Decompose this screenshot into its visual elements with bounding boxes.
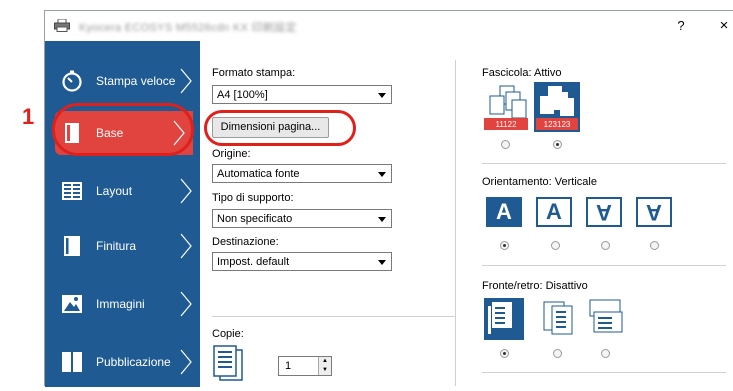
chevron-right-icon	[180, 68, 192, 94]
destinazione-dropdown[interactable]: Impost. default	[212, 252, 392, 271]
chevron-right-icon	[180, 233, 192, 259]
sidebar-item-label: Finitura	[96, 239, 137, 253]
chevron-right-icon	[180, 291, 192, 317]
orientation-portrait-rotated-option[interactable]: A	[586, 197, 622, 227]
dropdown-arrow-icon	[378, 260, 386, 265]
orientation-landscape-rotated-radio[interactable]	[650, 241, 659, 250]
collate-off-text: 11122	[495, 120, 517, 129]
fronte-retro-label-text: Fronte/retro:	[482, 280, 543, 292]
layout-icon	[62, 182, 82, 200]
copies-value: 1	[285, 360, 292, 372]
orientation-landscape-rotated-option[interactable]: A	[636, 197, 672, 227]
spin-down-icon[interactable]: ▼	[318, 366, 331, 375]
orientation-landscape-option[interactable]: A	[536, 197, 572, 227]
fronte-retro-value: Disattivo	[545, 280, 588, 292]
sidebar: Stampa veloce Base Layout Finitura Immag…	[45, 41, 200, 387]
sidebar-item-label: Immagini	[96, 297, 145, 311]
orientation-portrait-radio[interactable]	[500, 241, 509, 250]
collate-on-text: 123123	[544, 120, 571, 129]
tipo-supporto-label: Tipo di supporto:	[212, 192, 294, 204]
duplex-long-edge-radio[interactable]	[553, 349, 562, 358]
chevron-right-icon	[180, 178, 192, 204]
help-button[interactable]: ?	[672, 18, 690, 34]
copies-icon	[213, 345, 243, 381]
collate-on-radio[interactable]	[553, 140, 562, 149]
origine-dropdown[interactable]: Automatica fonte	[212, 164, 392, 183]
dropdown-arrow-icon	[378, 172, 386, 177]
copie-label: Copie:	[212, 328, 244, 340]
sidebar-item-label: Layout	[96, 184, 133, 198]
orientamento-label: Orientamento: Verticale	[482, 176, 597, 188]
dropdown-arrow-icon	[378, 217, 386, 222]
finishing-icon	[64, 236, 80, 256]
fascicola-label-text: Fascicola:	[482, 67, 532, 79]
formato-stampa-value: A4 [100%]	[217, 89, 268, 101]
sidebar-item-finitura[interactable]: Finitura	[45, 221, 200, 275]
orientamento-label-text: Orientamento:	[482, 176, 552, 188]
divider	[482, 372, 726, 373]
orientation-landscape-radio[interactable]	[551, 241, 560, 250]
chevron-right-icon	[180, 349, 192, 375]
duplex-long-edge-icon[interactable]	[538, 298, 578, 340]
divider	[212, 316, 455, 317]
title-bar: Kyocera ECOSYS M5526cdn KX 印刷設定 ? ×	[45, 11, 733, 41]
destinazione-value: Impost. default	[217, 256, 290, 268]
origine-value: Automatica fonte	[217, 168, 300, 180]
orientamento-value: Verticale	[554, 176, 597, 188]
collate-on-icon[interactable]: 123123	[534, 82, 580, 132]
orientation-portrait-option[interactable]: A	[486, 197, 522, 227]
sidebar-item-immagini[interactable]: Immagini	[45, 279, 200, 333]
duplex-short-edge-icon[interactable]	[586, 298, 626, 340]
formato-stampa-label: Formato stampa:	[212, 67, 296, 79]
print-settings-window: Kyocera ECOSYS M5526cdn KX 印刷設定 ? × Stam…	[44, 10, 733, 387]
collate-off-radio[interactable]	[501, 140, 510, 149]
duplex-off-radio[interactable]	[500, 349, 509, 358]
origine-label: Origine:	[212, 148, 251, 160]
tipo-supporto-dropdown[interactable]: Non specificato	[212, 209, 392, 228]
window-title: Kyocera ECOSYS M5526cdn KX 印刷設定	[79, 22, 297, 34]
copies-spinner[interactable]: 1 ▲ ▼	[278, 356, 332, 376]
stopwatch-icon	[62, 70, 82, 92]
collate-off-icon[interactable]: 11122	[484, 84, 528, 132]
fascicola-label: Fascicola: Attivo	[482, 67, 562, 79]
destinazione-label: Destinazione:	[212, 236, 279, 248]
publication-icon	[62, 352, 82, 372]
sidebar-item-pubblicazione[interactable]: Pubblicazione	[45, 337, 200, 391]
dropdown-arrow-icon	[378, 93, 386, 98]
callout-number-1: 1	[22, 104, 35, 129]
image-icon	[62, 295, 82, 313]
callout-ring-1	[52, 103, 194, 156]
orientation-portrait-rotated-radio[interactable]	[601, 241, 610, 250]
fronte-retro-label: Fronte/retro: Disattivo	[482, 280, 588, 292]
sidebar-item-label: Stampa veloce	[96, 74, 176, 88]
close-button[interactable]: ×	[715, 17, 733, 34]
divider	[482, 163, 726, 164]
sidebar-item-stampa-veloce[interactable]: Stampa veloce	[45, 56, 200, 110]
printer-icon	[54, 19, 70, 32]
duplex-off-icon[interactable]	[484, 298, 524, 340]
fascicola-value: Attivo	[533, 67, 562, 79]
formato-stampa-dropdown[interactable]: A4 [100%]	[212, 85, 392, 104]
divider	[455, 60, 456, 386]
tipo-supporto-value: Non specificato	[217, 213, 293, 225]
spin-up-icon[interactable]: ▲	[318, 357, 331, 366]
sidebar-item-label: Pubblicazione	[96, 355, 171, 369]
divider	[482, 265, 726, 266]
callout-ring-2	[204, 110, 356, 146]
duplex-short-edge-radio[interactable]	[601, 349, 610, 358]
sidebar-item-layout[interactable]: Layout	[45, 166, 200, 220]
